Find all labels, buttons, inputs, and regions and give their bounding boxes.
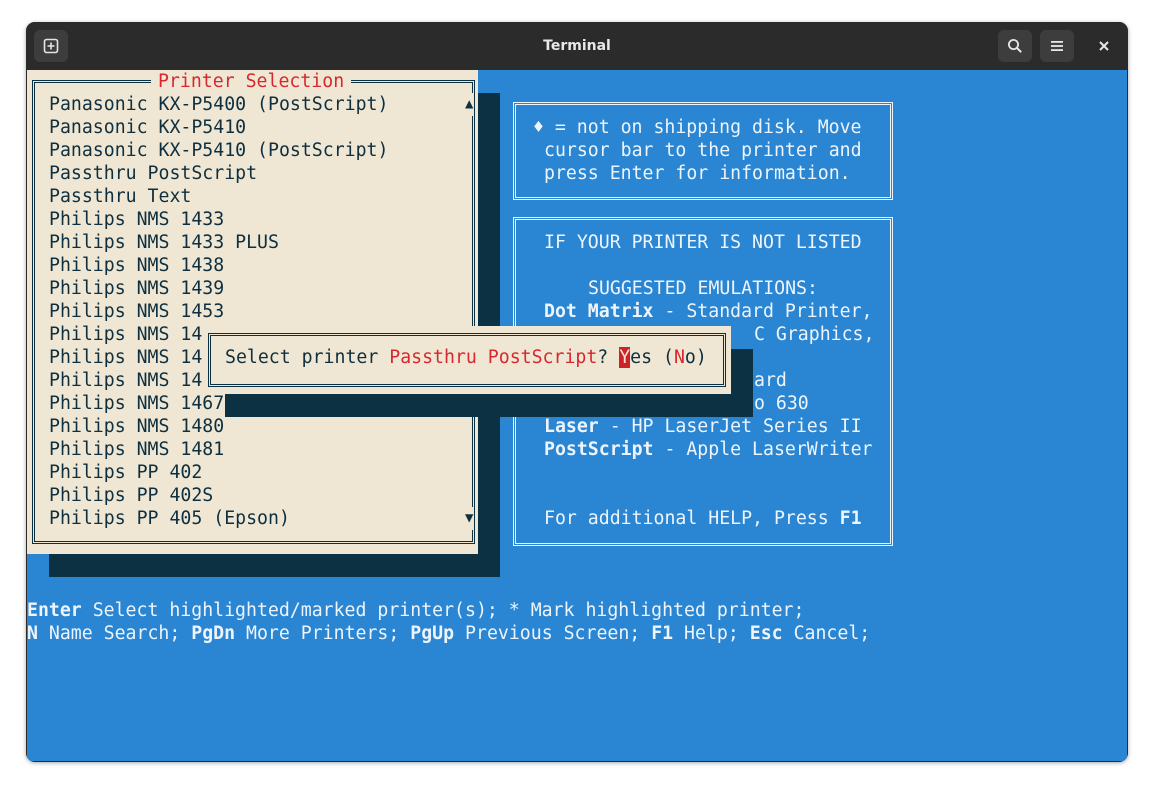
list-item[interactable]: Philips NMS 1481 [49, 438, 224, 461]
list-item[interactable]: Philips PP 402S [49, 484, 213, 507]
status-key: Esc [749, 623, 783, 644]
info-line: press Enter for information. [544, 163, 851, 184]
printer-list-title: Printer Selection [151, 70, 352, 93]
help-subheading: SUGGESTED EMULATIONS: [588, 278, 818, 299]
list-item[interactable]: Philips NMS 14 [49, 346, 202, 369]
status-line-1: Enter Select highlighted/marked printer(… [27, 599, 804, 622]
list-item[interactable]: Philips NMS 1433 [49, 208, 224, 231]
search-button[interactable] [998, 30, 1032, 62]
status-key: Enter [27, 600, 82, 621]
status-text: Cancel; [782, 623, 871, 644]
emulation-row: C Graphics, [754, 323, 874, 346]
terminal-window: Terminal Printer Selection Panasonic KX-… [26, 22, 1128, 762]
list-item[interactable]: Philips PP 405 (Epson) [49, 507, 290, 530]
emulation-row: o 630 [754, 392, 809, 415]
status-key: PgDn [191, 623, 236, 644]
list-item[interactable]: Philips NMS 1439 [49, 277, 224, 300]
confirm-message: Select printer Passthru PostScript? Yes … [225, 346, 707, 369]
yes-rest: es [630, 347, 653, 368]
confirm-prefix: Select printer [225, 347, 390, 368]
list-item[interactable]: Philips NMS 1453 [49, 300, 224, 323]
yes-option[interactable]: Yes [619, 347, 652, 368]
list-item[interactable]: Panasonic KX-P5410 (PostScript) [49, 139, 388, 162]
close-button[interactable] [1087, 30, 1121, 62]
emulation-row: Laser - HP LaserJet Series II [544, 415, 862, 438]
status-key: F1 [651, 623, 674, 644]
status-text: More Printers; [235, 623, 411, 644]
emulation-row: PostScript - Apple LaserWriter [544, 438, 873, 461]
list-item[interactable]: Panasonic KX-P5410 [49, 116, 246, 139]
terminal-screen[interactable]: Printer Selection Panasonic KX-P5400 (Po… [27, 70, 1127, 761]
list-item[interactable]: Philips PP 402 [49, 461, 202, 484]
emulation-label: Dot Matrix [544, 301, 654, 322]
scroll-down-arrow-icon[interactable]: ▼ [465, 507, 474, 530]
search-icon [1008, 39, 1022, 53]
status-text: Help; [673, 623, 750, 644]
help-heading: IF YOUR PRINTER IS NOT LISTED [544, 232, 862, 253]
help-footer-key: F1 [839, 508, 862, 529]
confirm-printer-name: Passthru PostScript [389, 347, 598, 368]
main-menu-button[interactable] [1040, 30, 1074, 62]
help-footer: For additional HELP, Press F1 [544, 507, 862, 530]
info-line: ♦ = not on shipping disk. Move [533, 117, 862, 138]
window-title: Terminal [543, 38, 611, 54]
status-text: Select highlighted/marked printer(s); [81, 600, 509, 621]
list-item[interactable]: Philips NMS 1433 PLUS [49, 231, 279, 254]
status-text: Previous Screen; [454, 623, 652, 644]
no-rest: o) [684, 347, 707, 368]
emulation-text: - Standard Printer, [653, 301, 873, 322]
emulation-text: - Apple LaserWriter [653, 439, 873, 460]
title-bar: Terminal [26, 22, 1128, 70]
status-text: Name Search; [37, 623, 192, 644]
paren-open: ( [652, 347, 674, 368]
emulation-text: ard [754, 370, 787, 391]
list-item[interactable]: Philips NMS 1467 [49, 392, 224, 415]
info-line: cursor bar to the printer and [544, 140, 862, 161]
scroll-up-arrow-icon[interactable]: ▲ [465, 93, 474, 116]
close-icon [1099, 41, 1109, 51]
status-key: PgUp [410, 623, 455, 644]
emulation-row: Dot Matrix - Standard Printer, [544, 300, 873, 323]
hamburger-menu-icon [1051, 41, 1063, 51]
emulation-label: Laser [544, 416, 599, 437]
confirm-question: ? [597, 347, 620, 368]
emulation-text: C Graphics, [754, 324, 875, 345]
no-hotkey: N [673, 347, 685, 368]
help-footer-text: For additional HELP, Press [544, 508, 840, 529]
list-item[interactable]: Panasonic KX-P5400 (PostScript) [49, 93, 388, 116]
list-item[interactable]: Philips NMS 1438 [49, 254, 224, 277]
emulation-label: PostScript [544, 439, 654, 460]
emulation-row: ard [754, 369, 787, 392]
list-item[interactable]: Passthru Text [49, 185, 191, 208]
list-item[interactable]: Passthru PostScript [49, 162, 257, 185]
status-line-2: N Name Search; PgDn More Printers; PgUp … [27, 622, 870, 645]
no-option[interactable]: No) [674, 347, 707, 368]
list-item[interactable]: Philips NMS 14 [49, 369, 202, 392]
yes-hotkey: Y [619, 347, 631, 368]
emulation-text: - HP LaserJet Series II [598, 416, 862, 437]
list-item[interactable]: Philips NMS 14 [49, 323, 202, 346]
status-key: N [27, 623, 38, 644]
emulation-text: o 630 [754, 393, 809, 414]
list-item[interactable]: Philips NMS 1480 [49, 415, 224, 438]
status-text: * Mark highlighted printer; [508, 600, 805, 621]
